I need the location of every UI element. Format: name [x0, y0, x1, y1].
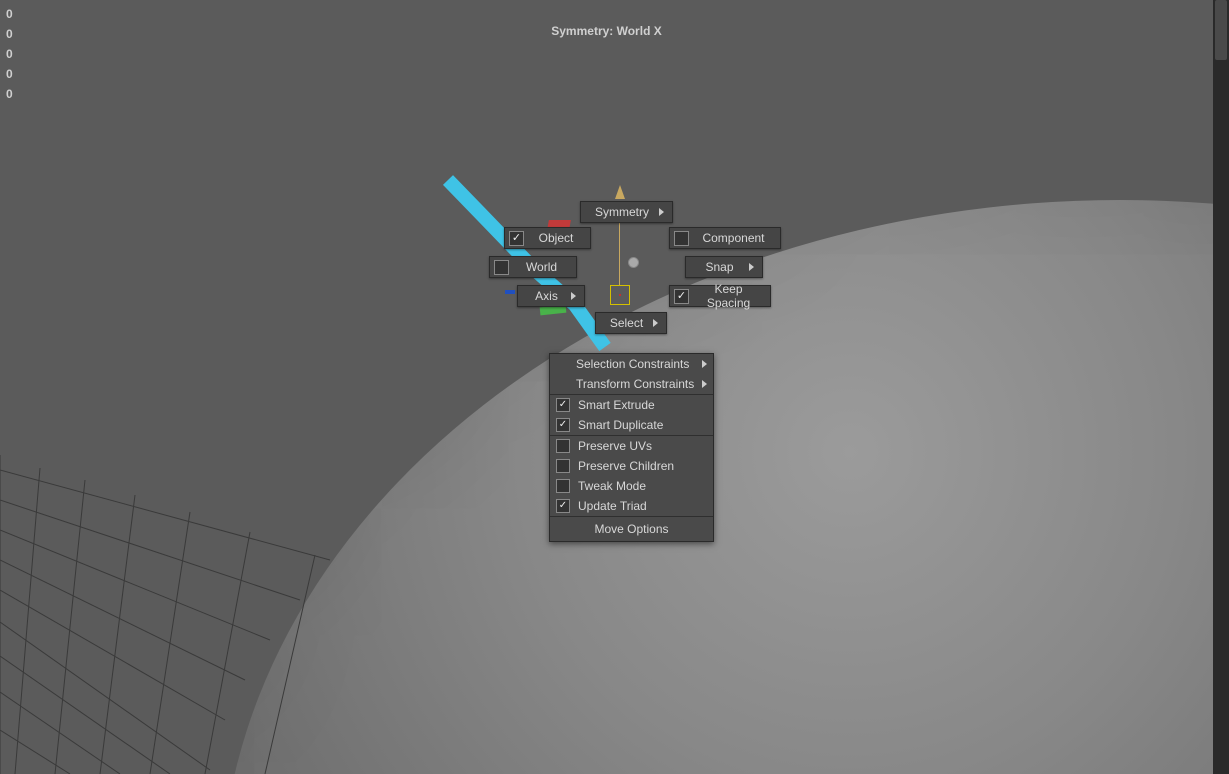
gizmo-y-arrow[interactable] — [615, 185, 625, 199]
checkbox-icon — [674, 289, 689, 304]
checkbox-icon — [556, 459, 570, 473]
mm-snap-label: Snap — [696, 260, 743, 274]
dd-update-triad[interactable]: Update Triad — [550, 496, 713, 516]
checkbox-icon — [556, 479, 570, 493]
mm-component-label: Component — [695, 231, 772, 245]
checkbox-icon — [556, 418, 570, 432]
dd-smart-duplicate-label: Smart Duplicate — [578, 418, 663, 432]
mm-select[interactable]: Select — [595, 312, 667, 334]
mm-symmetry[interactable]: Symmetry — [580, 201, 673, 223]
dd-selection-constraints[interactable]: Selection Constraints — [550, 354, 713, 374]
submenu-arrow-icon — [653, 319, 658, 327]
checkbox-icon — [556, 439, 570, 453]
count-3: 0 — [6, 64, 13, 84]
gizmo-pivot-dot — [619, 294, 621, 296]
submenu-arrow-icon — [702, 380, 707, 388]
dd-smart-duplicate[interactable]: Smart Duplicate — [550, 415, 713, 435]
dd-tweak-mode[interactable]: Tweak Mode — [550, 476, 713, 496]
mm-component[interactable]: Component — [669, 227, 781, 249]
dd-tweak-mode-label: Tweak Mode — [578, 479, 646, 493]
dd-transform-constraints-label: Transform Constraints — [576, 377, 694, 391]
dd-preserve-children[interactable]: Preserve Children — [550, 456, 713, 476]
submenu-arrow-icon — [571, 292, 576, 300]
dd-smart-extrude-label: Smart Extrude — [578, 398, 655, 412]
count-4: 0 — [6, 84, 13, 104]
mm-axis-label: Axis — [528, 289, 565, 303]
checkbox-icon — [494, 260, 509, 275]
checkbox-icon — [509, 231, 524, 246]
dd-update-triad-label: Update Triad — [578, 499, 647, 513]
mm-axis[interactable]: Axis — [517, 285, 585, 307]
count-0: 0 — [6, 4, 13, 24]
mm-keep-spacing-label: Keep Spacing — [695, 282, 762, 310]
dd-preserve-children-label: Preserve Children — [578, 459, 674, 473]
viewport[interactable]: Symmetry: World X 0 0 0 0 0 Symmetry Obj… — [0, 0, 1213, 774]
gizmo-free-handle[interactable] — [628, 257, 639, 268]
dd-preserve-uvs[interactable]: Preserve UVs — [550, 436, 713, 456]
submenu-arrow-icon — [749, 263, 754, 271]
dd-move-options-label: Move Options — [594, 522, 668, 536]
checkbox-icon — [674, 231, 689, 246]
submenu-arrow-icon — [702, 360, 707, 368]
scrollbar-thumb[interactable] — [1215, 0, 1227, 60]
submenu-arrow-icon — [659, 208, 664, 216]
dd-preserve-uvs-label: Preserve UVs — [578, 439, 652, 453]
selection-counts: 0 0 0 0 0 — [6, 4, 13, 104]
mm-world[interactable]: World — [489, 256, 577, 278]
checkbox-icon — [556, 398, 570, 412]
vertical-scrollbar[interactable] — [1213, 0, 1229, 774]
mm-select-label: Select — [606, 316, 647, 330]
mm-world-label: World — [515, 260, 568, 274]
count-1: 0 — [6, 24, 13, 44]
mm-symmetry-label: Symmetry — [591, 205, 653, 219]
scene-marker-blue — [505, 290, 515, 294]
move-gizmo[interactable] — [610, 285, 640, 315]
mm-snap[interactable]: Snap — [685, 256, 763, 278]
dd-selection-constraints-label: Selection Constraints — [576, 357, 689, 371]
mm-object-label: Object — [530, 231, 582, 245]
symmetry-status: Symmetry: World X — [551, 24, 661, 38]
dd-move-options[interactable]: Move Options — [550, 517, 713, 541]
move-options-dropdown[interactable]: Selection Constraints Transform Constrai… — [549, 353, 714, 542]
dd-smart-extrude[interactable]: Smart Extrude — [550, 395, 713, 415]
dd-transform-constraints[interactable]: Transform Constraints — [550, 374, 713, 394]
mm-keep-spacing[interactable]: Keep Spacing — [669, 285, 771, 307]
count-2: 0 — [6, 44, 13, 64]
mm-object[interactable]: Object — [504, 227, 591, 249]
checkbox-icon — [556, 499, 570, 513]
